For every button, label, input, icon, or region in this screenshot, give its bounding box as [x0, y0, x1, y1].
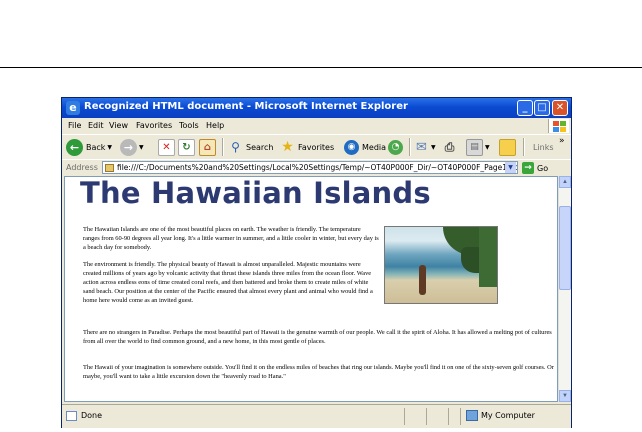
address-label: Address — [66, 163, 98, 172]
back-button[interactable]: ← Back ▼ — [66, 137, 112, 157]
stop-icon: ✕ — [158, 138, 175, 156]
chevron-right-icon: » — [559, 136, 565, 146]
menu-favorites[interactable]: Favorites — [136, 121, 172, 130]
person-figure — [419, 265, 426, 295]
address-value: file:///C:/Documents%20and%20Settings/Lo… — [117, 163, 518, 172]
search-label: Search — [246, 142, 274, 152]
forward-button[interactable]: → ▼ — [120, 137, 144, 157]
ie-window: e Recognized HTML document - Microsoft I… — [61, 97, 572, 428]
back-arrow-icon: ← — [66, 138, 83, 156]
links-label: Links — [533, 142, 554, 152]
media-globe-icon: ◉ — [344, 139, 359, 155]
chevron-down-icon[interactable]: ▼ — [139, 144, 144, 151]
status-divider — [426, 408, 427, 425]
edit-button[interactable]: ▤ ▼ — [466, 137, 490, 157]
address-input[interactable]: file:///C:/Documents%20and%20Settings/Lo… — [102, 161, 518, 174]
minimize-button[interactable]: _ — [517, 100, 533, 116]
page-icon — [105, 164, 114, 172]
paragraph: The environment is friendly. The physica… — [83, 261, 373, 304]
menu-view[interactable]: View — [109, 121, 128, 130]
document-rule — [0, 67, 642, 68]
menu-bar: File Edit View Favorites Tools Help — [62, 118, 571, 134]
status-divider — [460, 408, 461, 425]
toolbar-separator — [222, 138, 224, 156]
mail-button[interactable]: ✉ ▼ — [414, 137, 436, 157]
vertical-scrollbar[interactable]: ▲ ▼ — [558, 176, 571, 402]
menu-edit[interactable]: Edit — [88, 121, 104, 130]
printer-icon: ⎙ — [444, 139, 455, 154]
close-button[interactable]: ✕ — [552, 100, 568, 116]
menu-file[interactable]: File — [68, 121, 81, 130]
scroll-up-arrow-icon[interactable]: ▲ — [559, 176, 571, 188]
history-button[interactable]: ◔ — [388, 137, 403, 157]
paragraph: There are no strangers in Paradise. Perh… — [83, 329, 552, 345]
scroll-down-arrow-icon[interactable]: ▼ — [559, 390, 571, 402]
forward-arrow-icon: → — [120, 138, 137, 156]
page-done-icon — [66, 411, 77, 421]
refresh-button[interactable]: ↻ — [178, 137, 195, 157]
chevron-down-icon[interactable]: ▼ — [431, 144, 436, 151]
stop-button[interactable]: ✕ — [158, 137, 175, 157]
beach-photo — [384, 226, 498, 304]
mail-icon: ✉ — [416, 139, 427, 155]
status-bar: Done My Computer — [62, 404, 571, 428]
toolbar-chevron[interactable]: » — [559, 131, 565, 151]
title-bar[interactable]: e Recognized HTML document - Microsoft I… — [62, 98, 571, 118]
star-icon: ★ — [281, 138, 294, 155]
messenger-icon — [499, 138, 516, 156]
home-icon: ⌂ — [199, 138, 216, 156]
chevron-down-icon[interactable]: ▼ — [107, 144, 112, 151]
page-heading: The Hawaiian Islands — [80, 176, 431, 210]
favorites-label: Favorites — [298, 142, 335, 152]
refresh-icon: ↻ — [178, 138, 195, 156]
toolbar-separator — [409, 138, 411, 156]
menu-help[interactable]: Help — [206, 121, 224, 130]
links-button[interactable]: Links — [530, 137, 554, 157]
history-icon: ◔ — [388, 139, 403, 155]
favorites-button[interactable]: ★ Favorites — [280, 137, 334, 157]
status-divider — [404, 408, 405, 425]
status-divider — [448, 408, 449, 425]
back-label: Back — [86, 142, 106, 152]
toolbar-separator — [523, 138, 525, 156]
go-button[interactable]: → Go — [522, 161, 548, 175]
media-label: Media — [362, 142, 387, 152]
my-computer-icon — [466, 410, 478, 421]
paragraph: The Hawaiian Islands are one of the most… — [83, 226, 379, 251]
scroll-thumb[interactable] — [559, 206, 571, 290]
address-bar: Address file:///C:/Documents%20and%20Set… — [62, 159, 571, 176]
menu-tools[interactable]: Tools — [179, 121, 199, 130]
edit-page-icon: ▤ — [466, 138, 483, 156]
chevron-down-icon[interactable]: ▼ — [505, 162, 516, 173]
go-label: Go — [537, 163, 549, 173]
maximize-button[interactable]: □ — [534, 100, 550, 116]
page-content[interactable]: The Hawaiian Islands The Hawaiian Island… — [64, 176, 558, 402]
standard-toolbar: ← Back ▼ → ▼ ✕ ↻ ⌂ ⚲ Search ★ Favorites … — [62, 134, 571, 159]
media-button[interactable]: ◉ Media — [344, 137, 386, 157]
status-text: Done — [81, 411, 103, 420]
ie-logo-icon: e — [66, 101, 80, 115]
home-button[interactable]: ⌂ — [199, 137, 216, 157]
go-arrow-icon: → — [522, 162, 534, 174]
messenger-button[interactable] — [499, 137, 516, 157]
search-button[interactable]: ⚲ Search — [228, 137, 273, 157]
print-button[interactable]: ⎙ — [442, 137, 457, 157]
paragraph: The Hawaii of your imagination is somewh… — [83, 364, 554, 380]
search-icon: ⚲ — [231, 139, 240, 154]
security-zone: My Computer — [481, 411, 535, 420]
chevron-down-icon[interactable]: ▼ — [485, 144, 490, 151]
window-title: Recognized HTML document - Microsoft Int… — [84, 101, 408, 112]
